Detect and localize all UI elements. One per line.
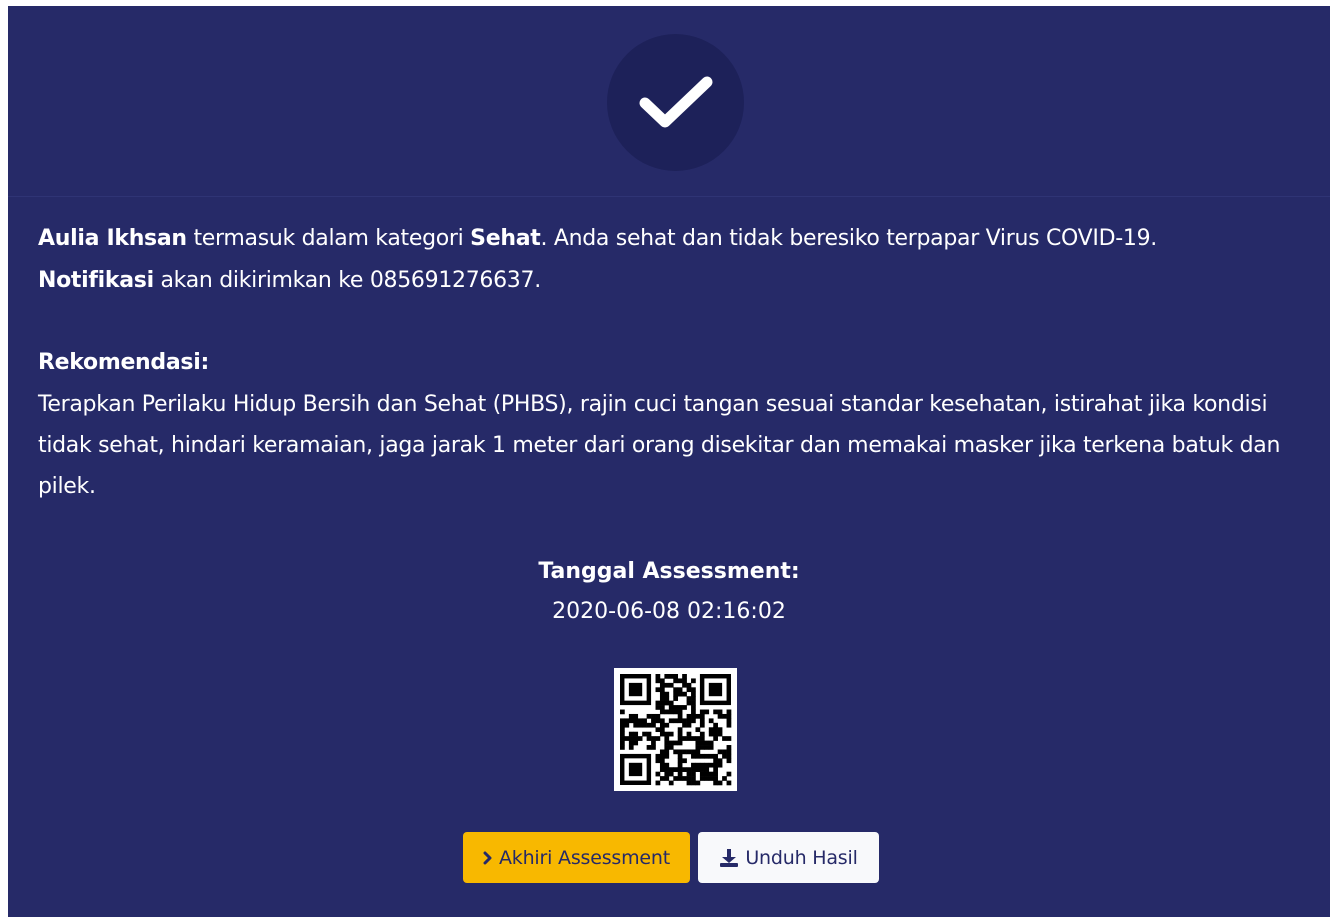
recommendation-title: Rekomendasi: [38,350,209,375]
result-card: Aulia Ikhsan termasuk dalam kategori Seh… [8,6,1330,917]
finish-assessment-label: Akhiri Assessment [498,846,671,869]
qr-code [614,668,737,791]
finish-assessment-button[interactable]: Akhiri Assessment [463,832,690,883]
check-icon [639,76,712,127]
result-summary: Aulia Ikhsan termasuk dalam kategori Seh… [38,218,1313,260]
category-suffix-text: . Anda sehat dan tidak beresiko terpapar… [540,226,1157,251]
download-result-label: Unduh Hasil [745,846,858,869]
category-prefix-text: termasuk dalam kategori [186,226,471,251]
assessment-date-block: Tanggal Assessment: 2020-06-08 02:16:02 [8,552,1330,632]
recommendation-text: Terapkan Perilaku Hidup Bersih dan Sehat… [38,392,1281,499]
qr-code-image [620,674,732,786]
patient-name: Aulia Ikhsan [38,226,187,251]
result-header [8,6,1330,197]
category-value: Sehat [470,226,541,251]
chevron-right-icon [483,851,493,865]
action-buttons: Akhiri Assessment Unduh Hasil [8,832,1330,883]
download-result-button[interactable]: Unduh Hasil [698,832,879,883]
assessment-date-value: 2020-06-08 02:16:02 [552,599,786,624]
notification-line: Notifikasi akan dikirimkan ke 0856912766… [38,260,1313,302]
assessment-date-label: Tanggal Assessment: [538,559,800,584]
download-icon [719,848,739,868]
notification-label: Notifikasi [38,268,154,293]
status-badge [607,34,744,171]
notification-text: akan dikirimkan ke 085691276637. [153,268,542,293]
result-content: Aulia Ikhsan termasuk dalam kategori Seh… [38,218,1313,507]
